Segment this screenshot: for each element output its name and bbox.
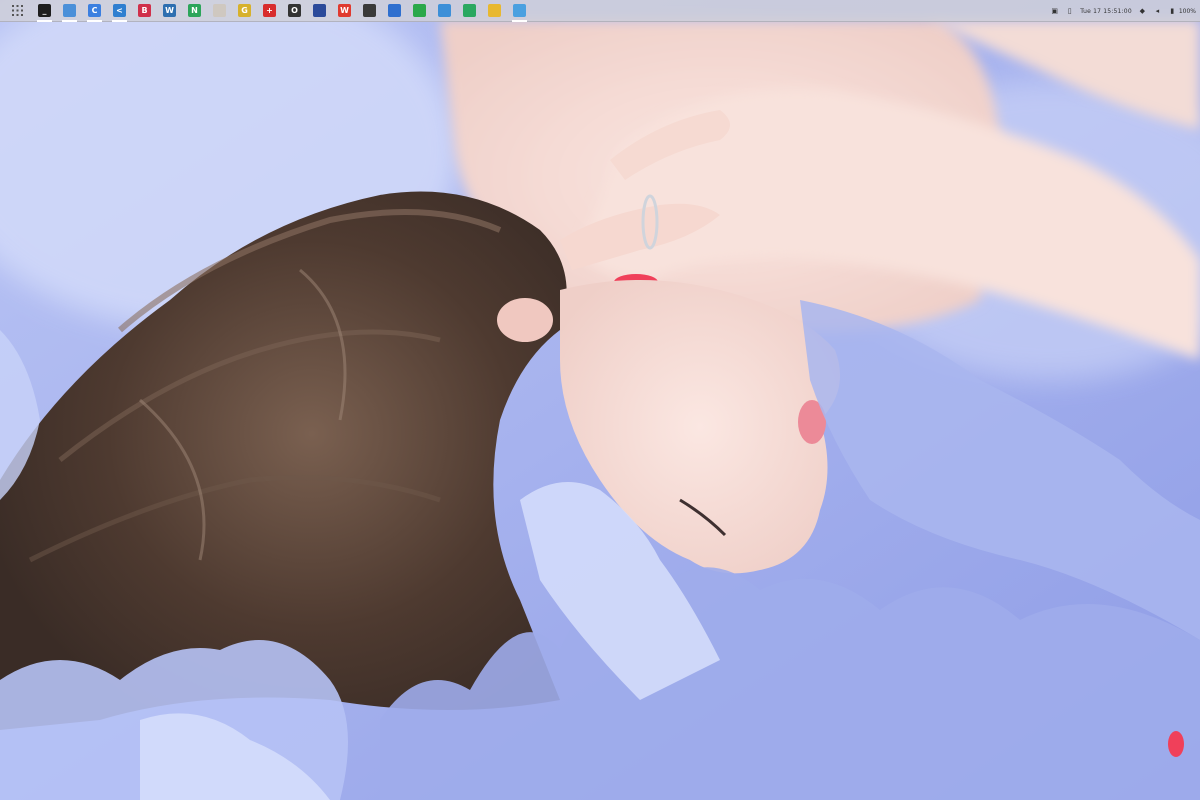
notes-app-icon: G (238, 4, 251, 17)
terminal-icon: _ (38, 4, 51, 17)
weibo-icon: W (338, 4, 351, 17)
system-monitor-icon (363, 4, 376, 17)
dock-item-writer-doc[interactable] (432, 0, 457, 22)
dock: _ C < B W N G + O W (32, 0, 532, 22)
volume-icon[interactable]: ◂ (1153, 7, 1162, 16)
image-viewer-icon (513, 4, 526, 17)
battery-icon: ▮ (1170, 7, 1175, 15)
presentation-icon (488, 4, 501, 17)
app-launcher-button[interactable] (6, 0, 28, 22)
chromium-icon: C (88, 4, 101, 17)
dock-item-screenshot-tool[interactable] (307, 0, 332, 22)
battery-percentage: 100% (1178, 7, 1196, 15)
sheep-app-icon (213, 4, 226, 17)
dock-item-ebook-reader[interactable]: B (132, 0, 157, 22)
spreadsheet-icon (463, 4, 476, 17)
dock-item-wordpress[interactable]: W (157, 0, 182, 22)
dock-item-chromium[interactable]: C (82, 0, 107, 22)
dock-item-notes-app[interactable]: G (232, 0, 257, 22)
feather-app-icon (388, 4, 401, 17)
play-store-icon (413, 4, 426, 17)
wordpress-icon: W (163, 4, 176, 17)
dock-item-sheep-app[interactable] (207, 0, 232, 22)
wallpaper-image (0, 0, 1200, 800)
dock-item-feather-app[interactable] (382, 0, 407, 22)
app-grid-icon (11, 5, 23, 16)
github-icon: O (288, 4, 301, 17)
dock-item-weibo[interactable]: W (332, 0, 357, 22)
desktop[interactable]: _ C < B W N G + O W ▣ ▯ Tue 17 15:51:00 ◆ ◂ ▮ 100… (0, 0, 1200, 800)
top-panel: _ C < B W N G + O W ▣ ▯ Tue 17 15:51:00 ◆ ◂ ▮ 100… (0, 0, 1200, 22)
dock-item-network-monitor[interactable]: N (182, 0, 207, 22)
dock-item-github[interactable]: O (282, 0, 307, 22)
screen-record-icon[interactable]: ▣ (1050, 7, 1059, 16)
screenshot-tool-icon (313, 4, 326, 17)
dock-item-spreadsheet[interactable] (457, 0, 482, 22)
dock-item-system-monitor[interactable] (357, 0, 382, 22)
ebook-reader-icon: B (138, 4, 151, 17)
dock-item-image-viewer[interactable] (507, 0, 532, 22)
clock[interactable]: Tue 17 15:51:00 (1080, 8, 1132, 15)
network-monitor-icon: N (188, 4, 201, 17)
battery-indicator[interactable]: ▮ 100% (1168, 7, 1196, 16)
dock-item-play-store[interactable] (407, 0, 432, 22)
netease-icon: + (263, 4, 276, 17)
dock-item-presentation[interactable] (482, 0, 507, 22)
dock-item-file-manager[interactable] (57, 0, 82, 22)
wifi-icon[interactable]: ◆ (1138, 7, 1147, 16)
vscode-icon: < (113, 4, 126, 17)
dock-item-terminal[interactable]: _ (32, 0, 57, 22)
writer-doc-icon (438, 4, 451, 17)
dock-item-vscode[interactable]: < (107, 0, 132, 22)
clipboard-icon[interactable]: ▯ (1065, 7, 1074, 16)
dock-item-netease[interactable]: + (257, 0, 282, 22)
system-tray: ▣ ▯ Tue 17 15:51:00 ◆ ◂ ▮ 100% (1050, 0, 1196, 22)
file-manager-icon (63, 4, 76, 17)
